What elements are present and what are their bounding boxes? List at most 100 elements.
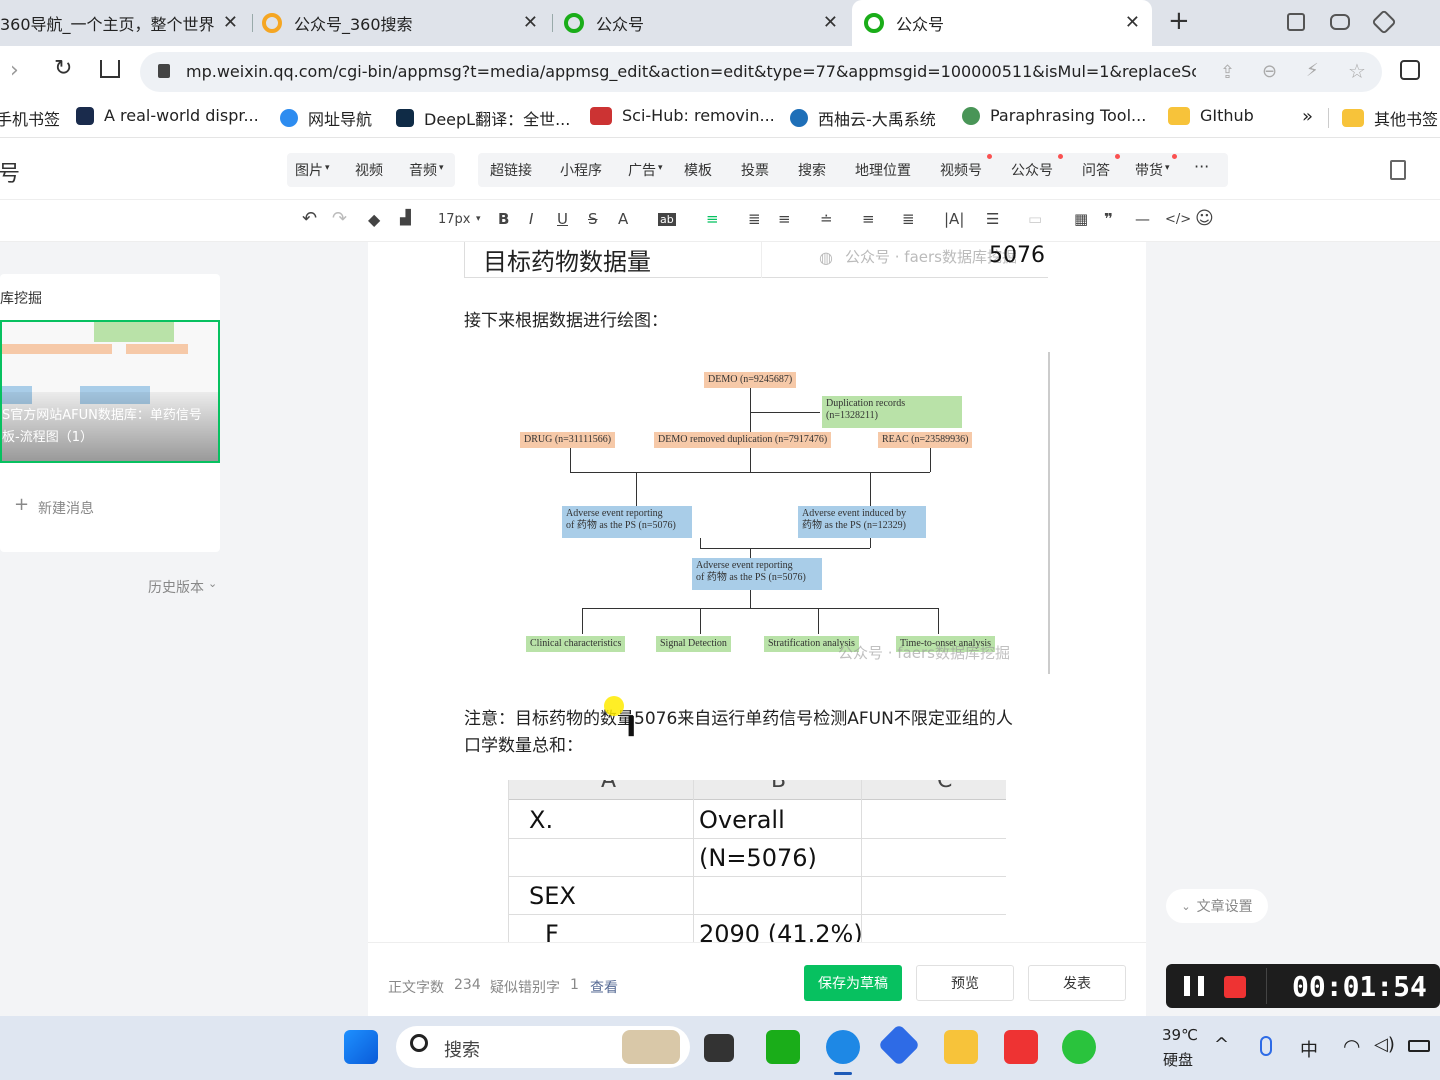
home-icon[interactable] bbox=[100, 60, 120, 78]
note-paragraph[interactable]: 注意：目标药物的数量5076来自运行单药信号检测AFUN不限定亚组的人 bbox=[464, 704, 1013, 729]
list-icon[interactable]: ☰ bbox=[986, 210, 999, 228]
tool-official-account[interactable]: 公众号 bbox=[1011, 160, 1053, 180]
highlight-icon[interactable]: ab bbox=[658, 213, 676, 226]
store-icon[interactable] bbox=[766, 1030, 800, 1064]
clear-format-icon[interactable]: ▟ bbox=[400, 210, 411, 226]
align-icon[interactable]: ≡ bbox=[706, 210, 719, 228]
paragraph-icon[interactable]: ≡ bbox=[862, 210, 875, 228]
letter-spacing-icon[interactable]: |A| bbox=[944, 210, 964, 228]
article-settings-button[interactable]: ⌄ 文章设置 bbox=[1166, 889, 1268, 923]
strikethrough-icon[interactable]: S bbox=[588, 210, 598, 228]
tool-qa[interactable]: 问答 bbox=[1082, 160, 1110, 180]
history-version-link[interactable]: 历史版本 bbox=[148, 577, 204, 597]
ime-indicator[interactable]: 中 bbox=[1300, 1036, 1318, 1062]
stop-icon[interactable] bbox=[1224, 976, 1246, 998]
pause-icon[interactable] bbox=[1184, 976, 1204, 996]
italic-icon[interactable]: I bbox=[529, 210, 533, 228]
article-title[interactable]: 库挖掘 bbox=[0, 288, 42, 308]
font-size-select[interactable]: 17px bbox=[438, 212, 471, 227]
tool-channels[interactable]: 视频号 bbox=[940, 160, 982, 180]
wechat-icon[interactable] bbox=[1062, 1030, 1096, 1064]
code-icon[interactable]: </> bbox=[1165, 212, 1191, 227]
wps-icon[interactable] bbox=[1004, 1030, 1038, 1064]
tab-360-nav[interactable]: 360导航_一个主页，整个世界 ✕ bbox=[0, 0, 250, 46]
publish-button[interactable]: 发表 bbox=[1028, 965, 1126, 1001]
tool-vote[interactable]: 投票 bbox=[741, 160, 769, 180]
bookmark-nav[interactable]: 网址导航 bbox=[280, 106, 372, 130]
divider-icon[interactable]: — bbox=[1135, 210, 1150, 228]
tool-miniprogram[interactable]: 小程序 bbox=[560, 160, 602, 180]
spreadsheet-image[interactable]: A B C X. Overall (N=5076) SEX F 2090 (41… bbox=[508, 780, 1006, 942]
app-icon[interactable] bbox=[877, 1023, 921, 1067]
reload-icon[interactable]: ↻ bbox=[54, 56, 72, 81]
wifi-icon[interactable]: ◠ bbox=[1343, 1034, 1360, 1058]
tool-template[interactable]: 模板 bbox=[684, 160, 712, 180]
extension-icon[interactable] bbox=[1371, 9, 1397, 35]
new-message-button[interactable]: 新建消息 bbox=[38, 498, 94, 518]
quote-icon[interactable]: ❞ bbox=[1104, 210, 1113, 228]
close-icon[interactable]: ✕ bbox=[823, 12, 838, 33]
volume-icon[interactable]: ◁) bbox=[1374, 1034, 1395, 1055]
emoji-icon[interactable]: ☺ bbox=[1195, 208, 1214, 229]
microphone-icon[interactable] bbox=[1260, 1036, 1272, 1056]
line-height-icon[interactable]: ≐ bbox=[820, 210, 833, 228]
close-icon[interactable]: ✕ bbox=[523, 12, 538, 33]
bookmark-paraphrasing[interactable]: Paraphrasing Tool... bbox=[962, 106, 1146, 125]
bookmark-mobile[interactable]: 手机书签 bbox=[0, 106, 60, 130]
more-tools-button[interactable]: ··· bbox=[1194, 157, 1209, 176]
tool-link[interactable]: 超链接 bbox=[490, 160, 532, 180]
format-painter-icon[interactable]: ◆ bbox=[368, 210, 380, 229]
plus-icon[interactable]: + bbox=[14, 494, 29, 515]
save-draft-button[interactable]: 保存为草稿 bbox=[804, 965, 902, 1001]
tool-ad[interactable]: 广告 bbox=[628, 160, 656, 180]
url-field[interactable]: mp.weixin.qq.com/cgi-bin/appmsg?t=media/… bbox=[140, 52, 1382, 92]
new-tab-button[interactable]: + bbox=[1168, 6, 1190, 36]
bookmark-deepl[interactable]: DeepL翻译：全世... bbox=[396, 106, 570, 130]
extensions-icon[interactable] bbox=[1400, 60, 1420, 80]
forward-icon[interactable]: › bbox=[10, 58, 19, 83]
chevron-up-icon[interactable]: ^ bbox=[1214, 1034, 1229, 1055]
indent-icon[interactable]: ≣ bbox=[748, 210, 761, 228]
taskbar-search[interactable]: 搜索 bbox=[396, 1026, 690, 1068]
task-view-icon[interactable] bbox=[704, 1034, 734, 1062]
edge-icon[interactable] bbox=[826, 1030, 860, 1064]
bold-icon[interactable]: B bbox=[498, 210, 509, 228]
preview-button[interactable]: 预览 bbox=[916, 965, 1014, 1001]
tab-wechat-mp[interactable]: 公众号 ✕ bbox=[564, 0, 850, 46]
close-icon[interactable]: ✕ bbox=[1125, 12, 1140, 33]
article-thumbnail[interactable]: S官方网站AFUN数据库：单药信号 板-流程图（1） bbox=[0, 320, 220, 463]
note-paragraph[interactable]: 口学数量总和： bbox=[464, 731, 583, 756]
flowchart-image[interactable]: DEMO (n=9245687) Duplication records (n=… bbox=[464, 352, 1050, 674]
redo-icon[interactable]: ↷ bbox=[332, 208, 347, 229]
undo-icon[interactable]: ↶ bbox=[302, 208, 317, 229]
share-icon[interactable]: ⇪ bbox=[1220, 62, 1235, 83]
article-editor[interactable]: 目标药物数据量 ◍ 公众号 · faers数据库挖掘 5076 接下来根据数据进… bbox=[368, 242, 1146, 942]
table-icon[interactable]: ▦ bbox=[1074, 210, 1088, 228]
tool-shopping[interactable]: 带货 bbox=[1135, 160, 1163, 180]
tool-video[interactable]: 视频 bbox=[355, 160, 383, 180]
flash-icon[interactable]: ⚡ bbox=[1306, 60, 1319, 81]
bookmark-real-world[interactable]: A real-world dispr... bbox=[76, 106, 259, 125]
background-icon[interactable]: ▭ bbox=[1028, 210, 1042, 228]
tool-search[interactable]: 搜索 bbox=[798, 160, 826, 180]
tool-image[interactable]: 图片 bbox=[295, 160, 323, 180]
center-icon[interactable]: ≡ bbox=[778, 210, 791, 228]
bookmark-github[interactable]: GIthub bbox=[1168, 106, 1254, 125]
tab-wechat-mp-active[interactable]: 公众号 ✕ bbox=[852, 0, 1152, 46]
bookmark-scihub[interactable]: Sci-Hub: removin... bbox=[590, 106, 775, 125]
more-bookmarks-button[interactable]: » bbox=[1302, 106, 1313, 127]
bookmark-other[interactable]: 其他书签 bbox=[1342, 106, 1438, 130]
url-text[interactable]: mp.weixin.qq.com/cgi-bin/appmsg?t=media/… bbox=[186, 62, 1196, 81]
document-icon[interactable] bbox=[1390, 160, 1406, 180]
zoom-icon[interactable]: ⊖ bbox=[1262, 61, 1277, 82]
star-icon[interactable]: ☆ bbox=[1348, 59, 1366, 83]
paragraph[interactable]: 接下来根据数据进行绘图： bbox=[464, 306, 668, 331]
game-icon[interactable] bbox=[1330, 14, 1350, 30]
underline-icon[interactable]: U bbox=[557, 210, 568, 228]
spacing-icon[interactable]: ≣ bbox=[902, 210, 915, 228]
file-explorer-icon[interactable] bbox=[944, 1030, 978, 1064]
tab-360-search[interactable]: 公众号_360搜索 ✕ bbox=[262, 0, 550, 46]
bookmark-xiyou[interactable]: 西柚云-大禹系统 bbox=[790, 106, 936, 130]
battery-icon[interactable] bbox=[1408, 1040, 1430, 1052]
tool-audio[interactable]: 音频 bbox=[409, 160, 437, 180]
